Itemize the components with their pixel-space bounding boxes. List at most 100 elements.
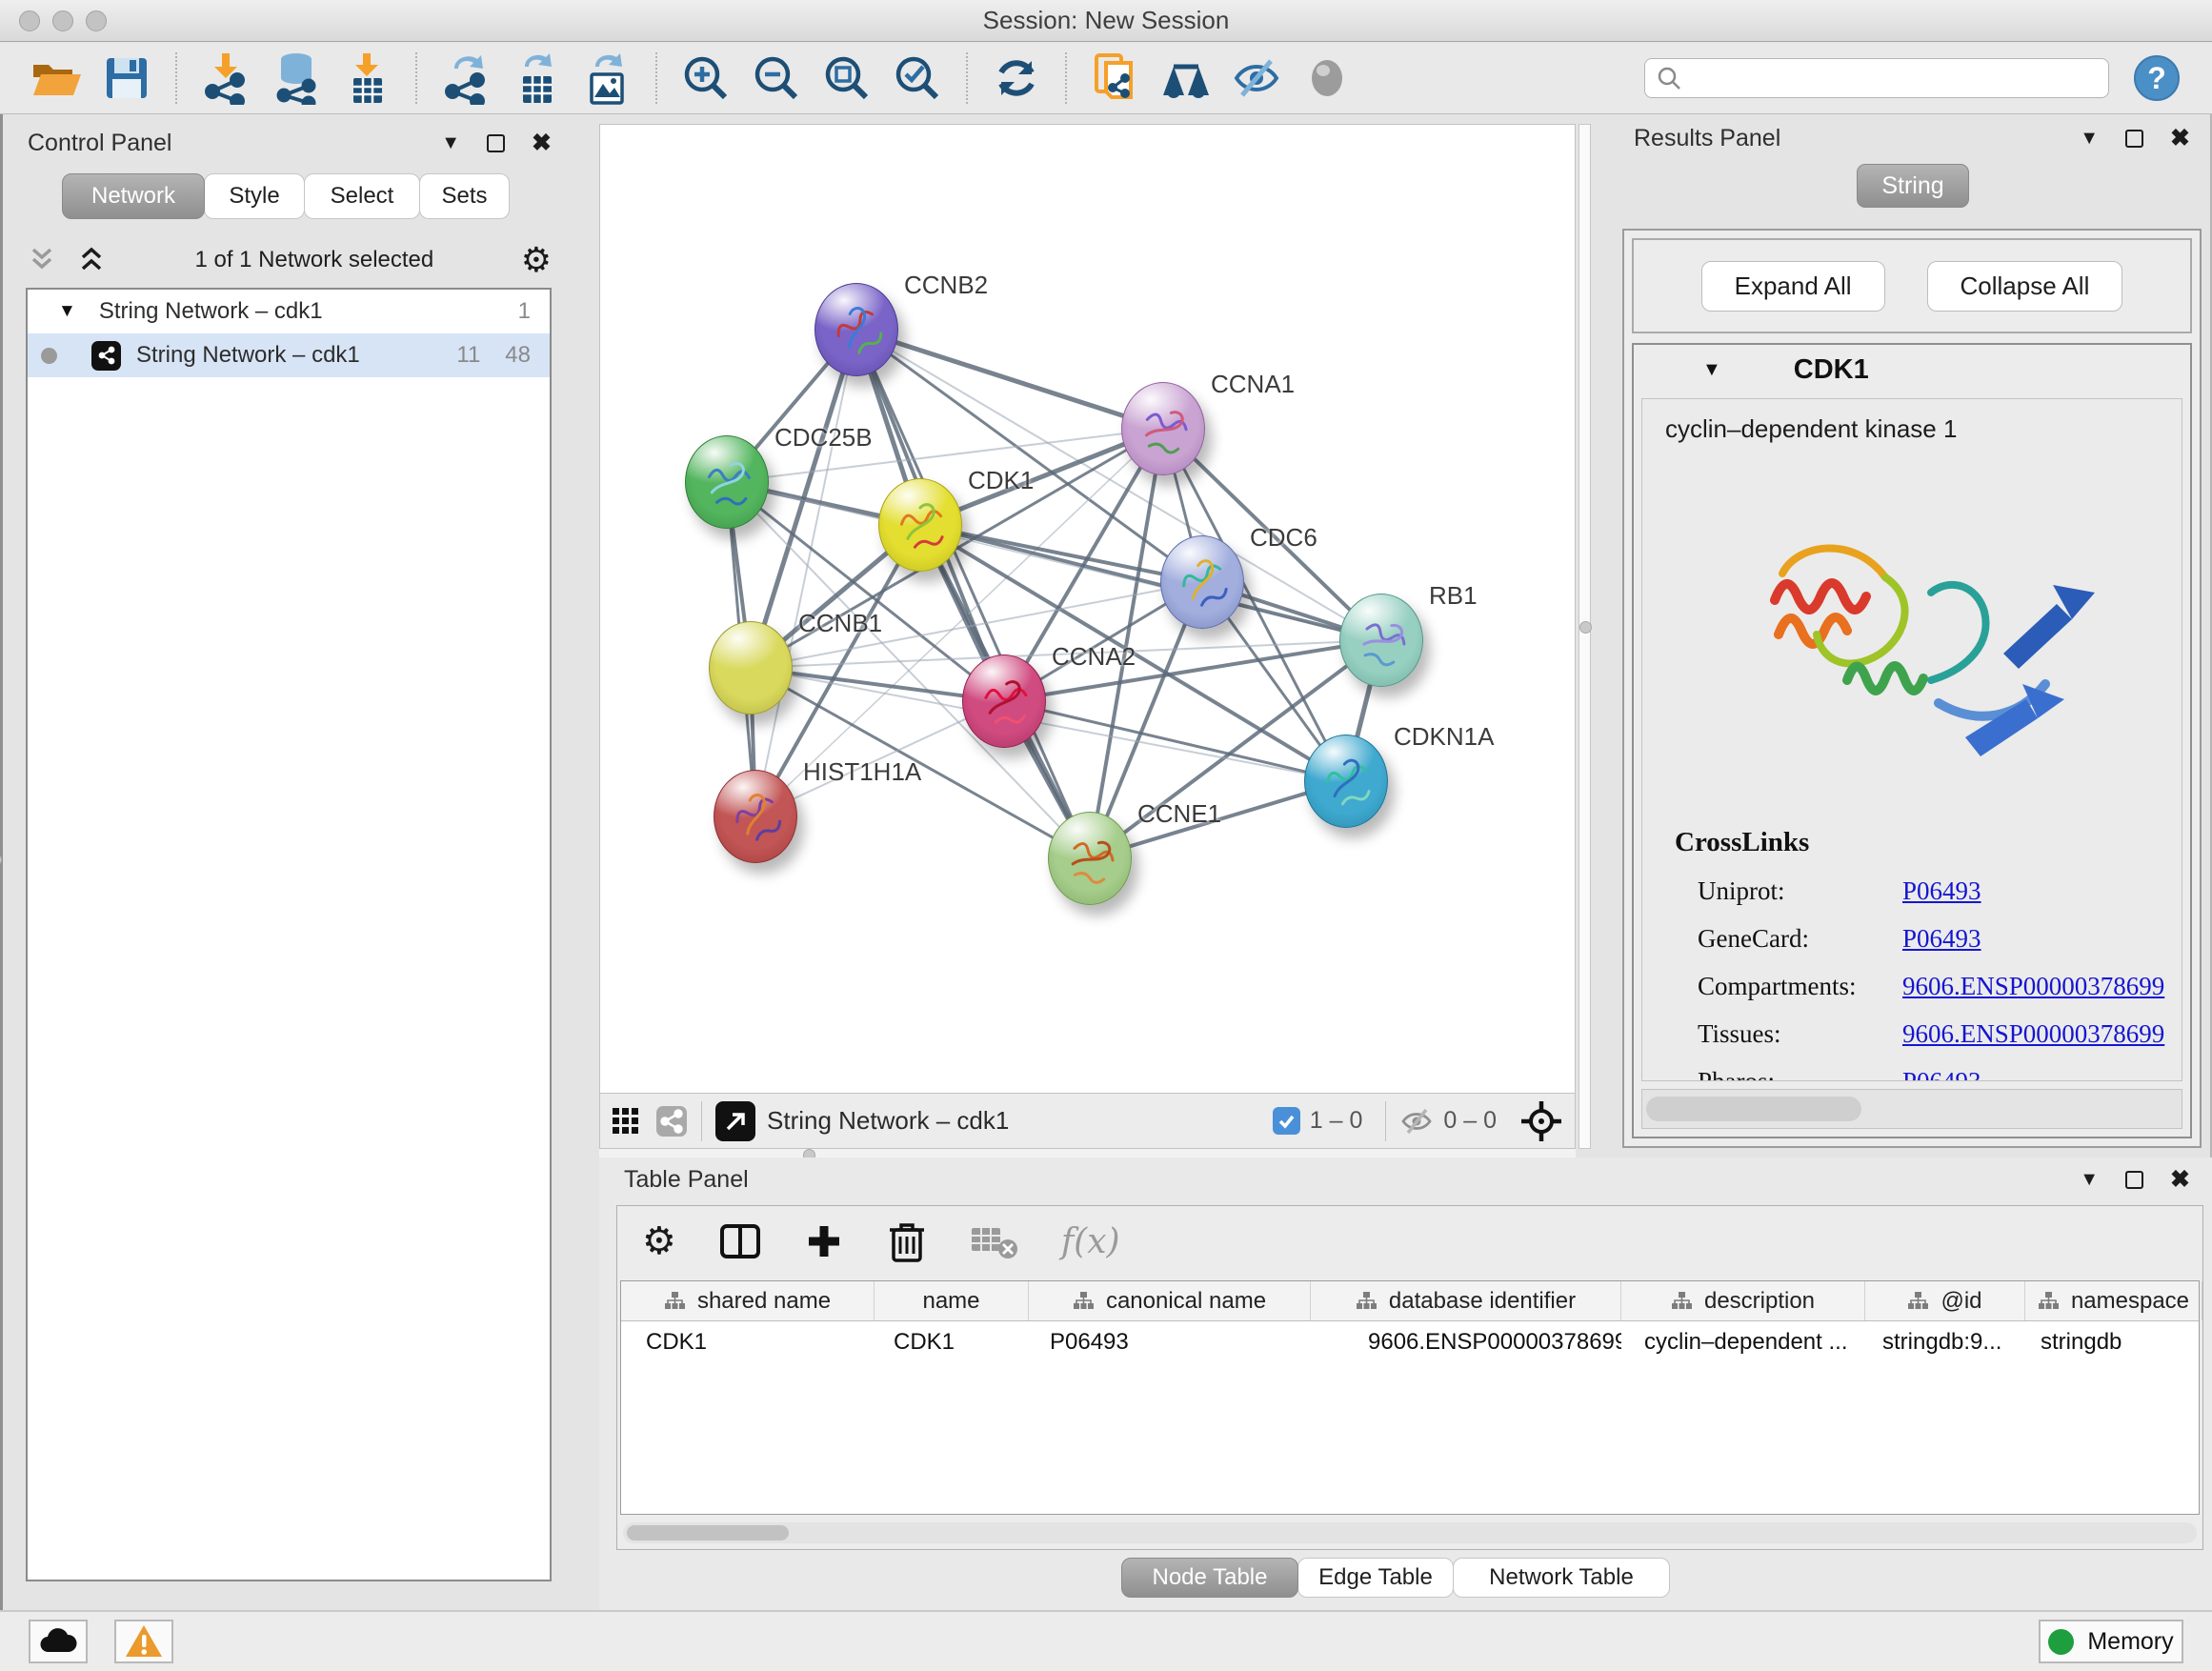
- crosslink-link[interactable]: P06493: [1902, 924, 1981, 954]
- column-header-name[interactable]: name: [875, 1281, 1029, 1320]
- gear-icon[interactable]: ⚙: [521, 243, 552, 277]
- float-panel-icon[interactable]: [487, 134, 505, 152]
- collapse-all-button[interactable]: Collapse All: [1927, 261, 2123, 312]
- help-button[interactable]: ?: [2134, 55, 2180, 101]
- network-share-gray-icon[interactable]: [655, 1105, 688, 1137]
- open-in-window-button[interactable]: [715, 1101, 755, 1141]
- tab-select[interactable]: Select: [304, 173, 420, 219]
- network-node-cdk1[interactable]: [878, 478, 962, 572]
- network-node-rb1[interactable]: [1339, 594, 1423, 687]
- tab-edge-table[interactable]: Edge Table: [1297, 1558, 1454, 1598]
- table-row[interactable]: CDK1CDK1P064939606.ENSP00000378699cyclin…: [621, 1321, 2199, 1363]
- table-cell[interactable]: stringdb: [2025, 1321, 2202, 1363]
- maximize-window-button[interactable]: [86, 10, 107, 31]
- panel-splitter-right[interactable]: [1579, 124, 1591, 1149]
- network-node-ccnb1[interactable]: [709, 621, 793, 715]
- network-node-ccne1[interactable]: [1048, 812, 1132, 905]
- column-header-description[interactable]: description: [1621, 1281, 1865, 1320]
- panel-menu-icon[interactable]: ▼: [441, 132, 460, 154]
- network-node-cdc6[interactable]: [1160, 535, 1244, 629]
- network-edge[interactable]: [1004, 701, 1346, 781]
- splitter-handle-icon[interactable]: [1579, 621, 1592, 634]
- gear-icon[interactable]: ⚙: [642, 1222, 676, 1260]
- collapse-all-icon[interactable]: [26, 246, 58, 274]
- clone-network-button[interactable]: [1088, 50, 1143, 106]
- splitter-handle-icon[interactable]: [0, 854, 2, 866]
- network-node-cdkn1a[interactable]: [1304, 735, 1388, 828]
- crosslink-link[interactable]: 9606.ENSP00000378699: [1902, 1019, 2164, 1049]
- zoom-fit-button[interactable]: [819, 50, 875, 106]
- network-node-hist1h1a[interactable]: [714, 770, 797, 863]
- delete-column-trash-icon[interactable]: [886, 1218, 928, 1264]
- crosslink-link[interactable]: P06493: [1902, 876, 1981, 906]
- import-table-from-file-button[interactable]: [339, 50, 394, 106]
- hide-selection-button[interactable]: [1229, 50, 1284, 106]
- export-image-button[interactable]: [579, 50, 634, 106]
- column-header-shared-name[interactable]: shared name: [621, 1281, 875, 1320]
- network-canvas[interactable]: CCNB2CCNA1CDC25BCDK1CDC6RB1CCNB1CCNA2CDK…: [599, 124, 1576, 1094]
- tab-style[interactable]: Style: [204, 173, 305, 219]
- tab-sets[interactable]: Sets: [419, 173, 510, 219]
- network-node-ccnb2[interactable]: [814, 283, 898, 376]
- import-network-from-file-button[interactable]: [198, 50, 253, 106]
- table-cell[interactable]: 9606.ENSP00000378699: [1311, 1321, 1621, 1363]
- close-window-button[interactable]: [19, 10, 40, 31]
- warnings-button[interactable]: [114, 1620, 173, 1663]
- column-header-namespace[interactable]: namespace: [2025, 1281, 2202, 1320]
- crosslink-link[interactable]: P06493: [1902, 1067, 1981, 1081]
- grid-view-icon[interactable]: [612, 1107, 640, 1136]
- close-panel-icon[interactable]: ✖: [532, 129, 552, 157]
- table-cell[interactable]: stringdb:9...: [1865, 1321, 2025, 1363]
- save-session-button[interactable]: [99, 50, 154, 106]
- birds-eye-view-icon[interactable]: [1519, 1099, 1563, 1143]
- column-header--id[interactable]: @id: [1865, 1281, 2025, 1320]
- tab-node-table[interactable]: Node Table: [1121, 1558, 1298, 1598]
- close-panel-icon[interactable]: ✖: [2170, 124, 2190, 152]
- first-neighbors-button[interactable]: [1158, 50, 1214, 106]
- results-scrollbar[interactable]: [1641, 1089, 2182, 1129]
- network-collection-row[interactable]: ▼ String Network – cdk1 1: [28, 290, 550, 333]
- tab-network-table[interactable]: Network Table: [1453, 1558, 1670, 1598]
- zoom-selected-button[interactable]: [890, 50, 945, 106]
- table-hscrollbar[interactable]: [623, 1522, 2197, 1543]
- cloud-status-button[interactable]: [29, 1620, 88, 1663]
- zoom-out-button[interactable]: [749, 50, 804, 106]
- results-scrollbar-thumb[interactable]: [1646, 1097, 1861, 1121]
- network-node-cdc25b[interactable]: [685, 435, 769, 529]
- add-column-icon[interactable]: [804, 1221, 844, 1261]
- import-network-from-database-button[interactable]: [269, 50, 324, 106]
- memory-button[interactable]: Memory: [2039, 1620, 2183, 1663]
- refresh-button[interactable]: [989, 50, 1044, 106]
- table-cell[interactable]: CDK1: [621, 1321, 875, 1363]
- column-header-database-identifier[interactable]: database identifier: [1311, 1281, 1621, 1320]
- table-hscrollbar-thumb[interactable]: [627, 1525, 789, 1540]
- open-session-button[interactable]: [29, 50, 84, 106]
- column-header-canonical-name[interactable]: canonical name: [1029, 1281, 1311, 1320]
- tab-network[interactable]: Network: [62, 173, 205, 219]
- table-cell[interactable]: CDK1: [875, 1321, 1029, 1363]
- expand-all-icon[interactable]: [75, 246, 108, 274]
- panel-menu-icon[interactable]: ▼: [2080, 128, 2099, 150]
- expand-all-button[interactable]: Expand All: [1701, 261, 1885, 312]
- disclosure-triangle-icon[interactable]: ▼: [58, 301, 76, 322]
- table-cell[interactable]: cyclin–dependent ...: [1621, 1321, 1865, 1363]
- show-all-button[interactable]: [1299, 50, 1355, 106]
- network-row-selected[interactable]: String Network – cdk1 11 48: [28, 333, 550, 377]
- selected-items-checkbox[interactable]: [1273, 1107, 1300, 1135]
- close-panel-icon[interactable]: ✖: [2170, 1165, 2190, 1194]
- toolbar-search[interactable]: [1644, 58, 2109, 98]
- export-network-button[interactable]: [438, 50, 493, 106]
- float-panel-icon[interactable]: [2125, 130, 2143, 148]
- minimize-window-button[interactable]: [52, 10, 73, 31]
- zoom-in-button[interactable]: [678, 50, 734, 106]
- search-input[interactable]: [1691, 65, 2097, 91]
- network-node-ccna1[interactable]: [1121, 382, 1205, 475]
- tab-string[interactable]: String: [1857, 164, 1969, 208]
- table-cell[interactable]: P06493: [1029, 1321, 1311, 1363]
- show-columns-icon[interactable]: [718, 1219, 762, 1263]
- crosslink-link[interactable]: 9606.ENSP00000378699: [1902, 972, 2164, 1001]
- float-panel-icon[interactable]: [2125, 1171, 2143, 1189]
- disclosure-triangle-icon[interactable]: ▼: [1702, 359, 1721, 381]
- network-node-ccna2[interactable]: [962, 654, 1046, 748]
- export-table-button[interactable]: [509, 50, 564, 106]
